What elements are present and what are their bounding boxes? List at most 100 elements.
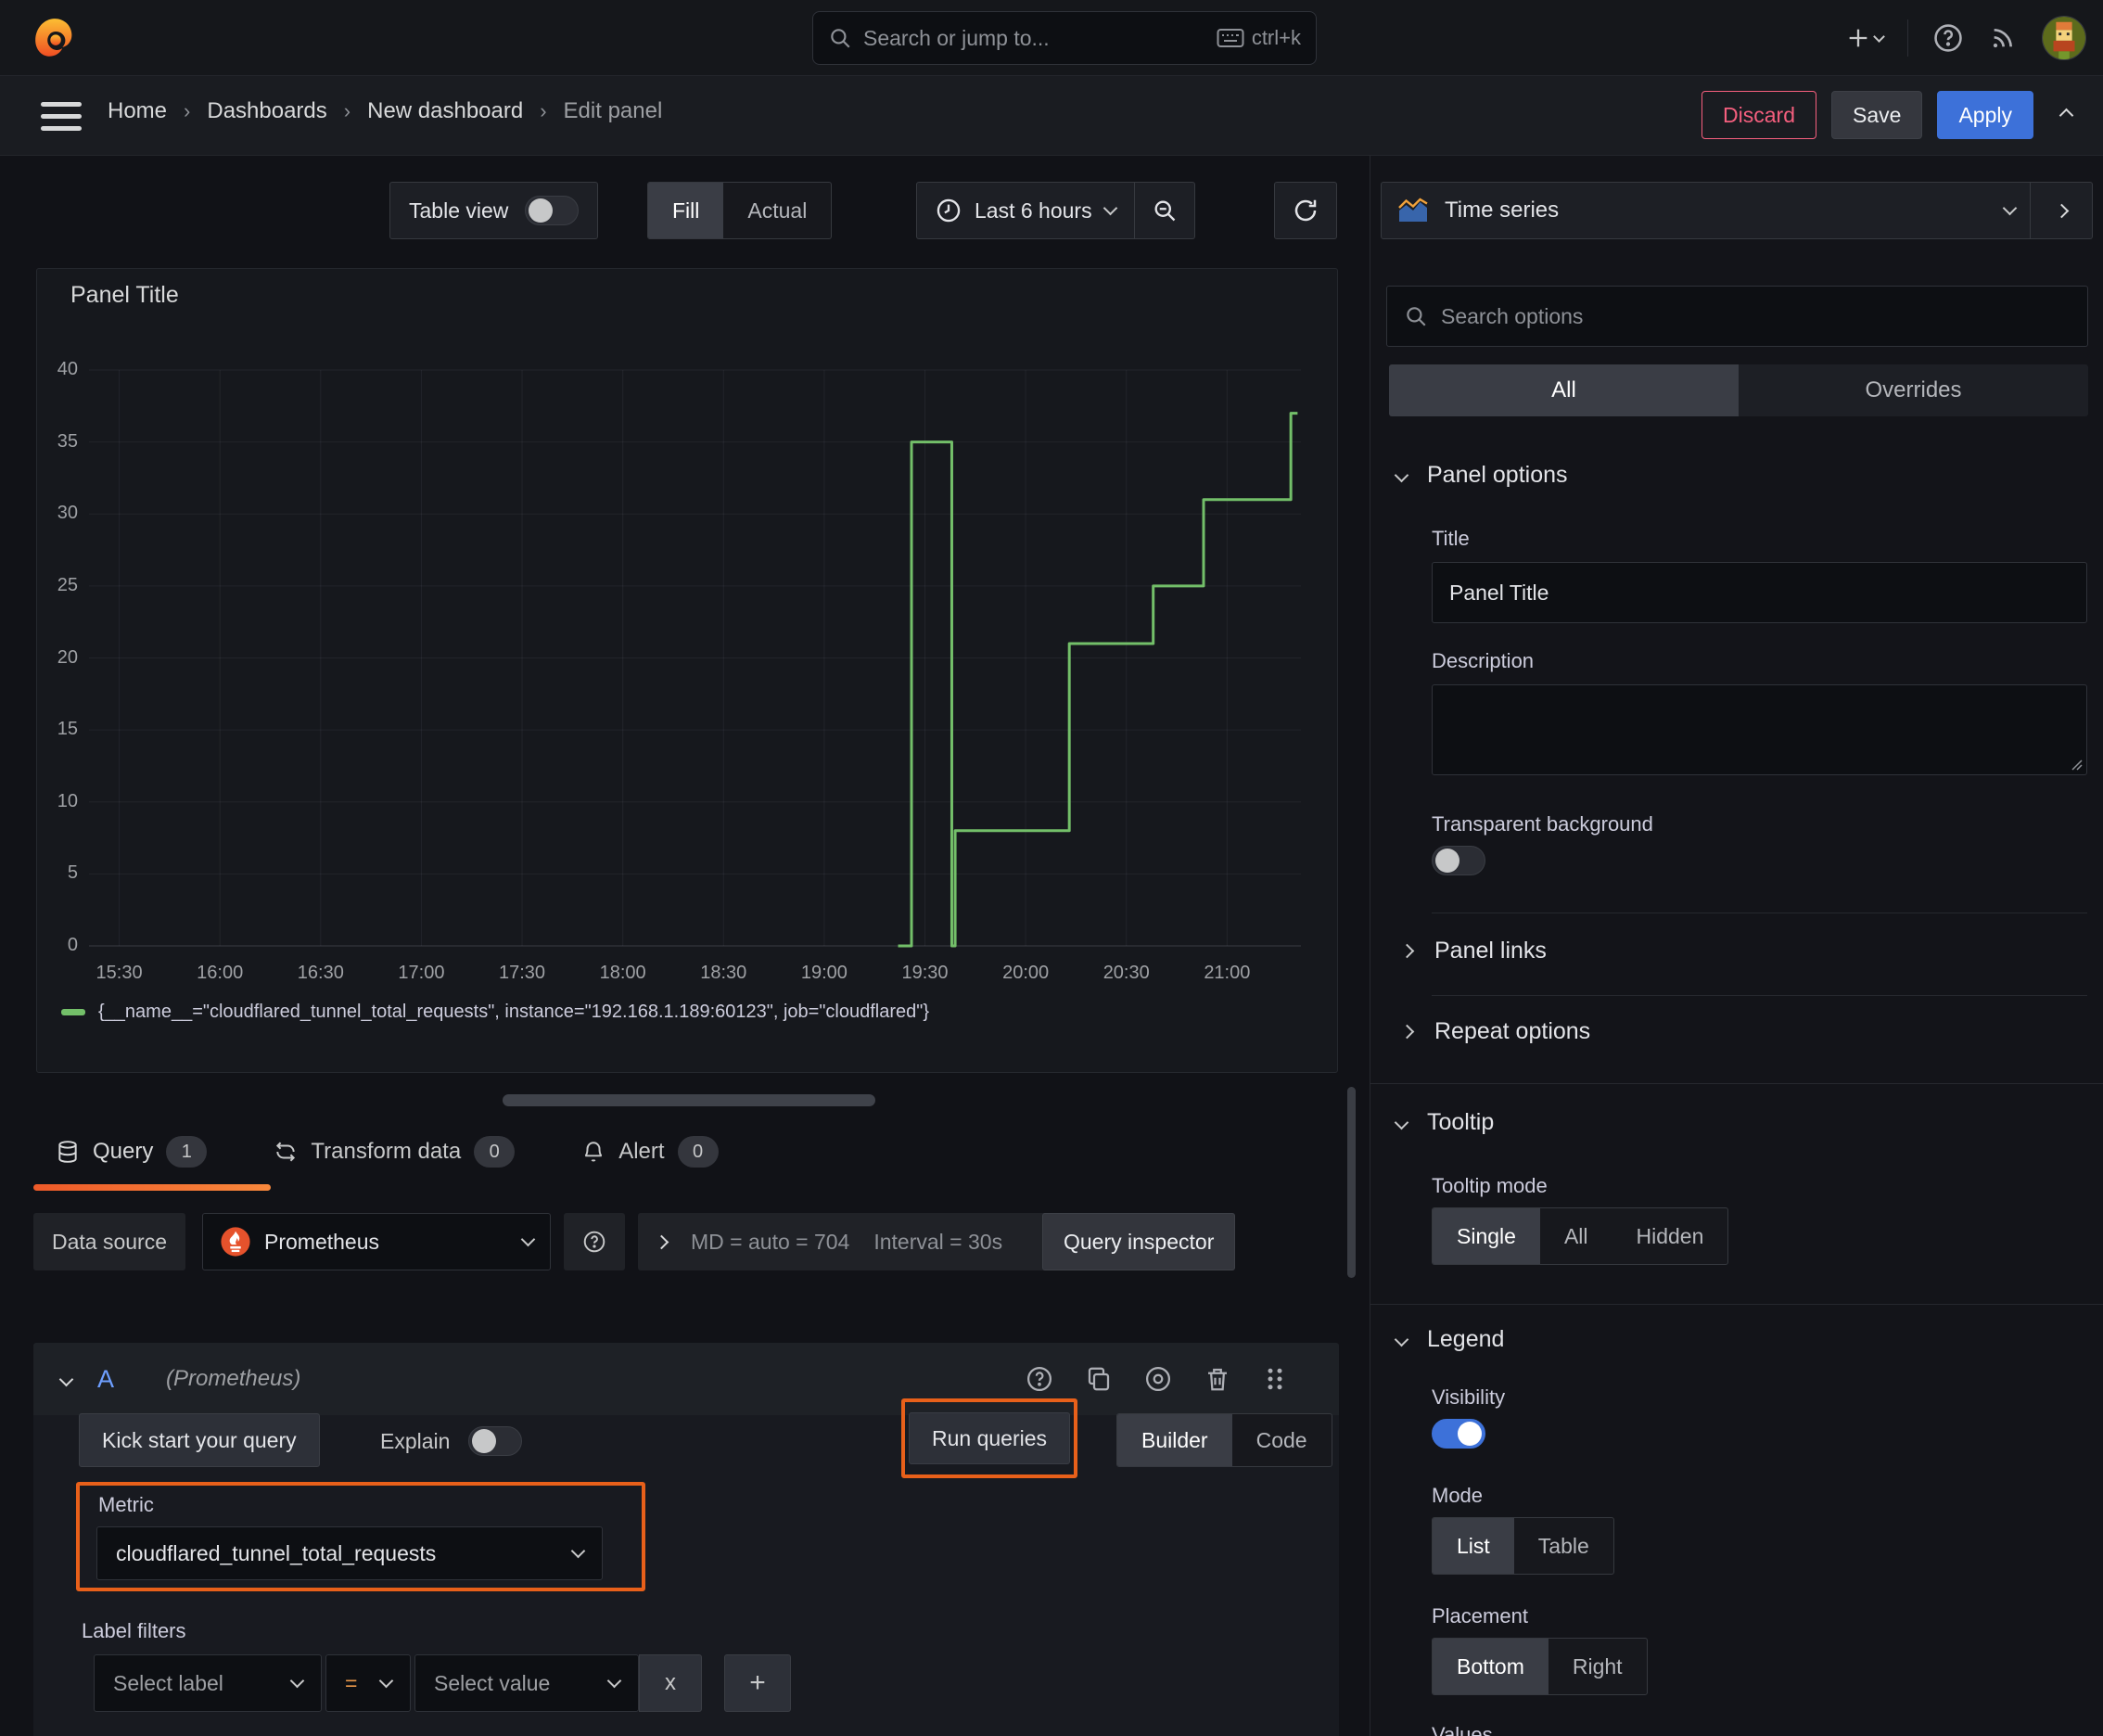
breadcrumb-dashboards[interactable]: Dashboards [207,98,326,124]
search-icon [831,29,850,48]
x-axis-tick: 21:00 [1204,963,1251,983]
tab-overrides[interactable]: Overrides [1739,364,2088,416]
grafana-edit-panel-page: Search or jump to... ctrl+k Home › Dashb… [0,0,2103,1736]
metric-select[interactable]: cloudflared_tunnel_total_requests [96,1526,603,1580]
code-option[interactable]: Code [1232,1414,1332,1466]
tooltip-header[interactable]: Tooltip [1394,1109,1494,1136]
collapse-query-icon[interactable] [58,1372,74,1386]
visualization-select[interactable]: Time series [1382,183,2030,238]
menu-toggle-button[interactable] [41,102,82,131]
x-axis-tick: 20:00 [1002,963,1050,983]
tab-alert[interactable]: Alert 0 [581,1136,719,1168]
options-tabs: All Overrides [1389,364,2088,416]
y-axis-tick: 15 [57,719,78,740]
breadcrumb-new-dashboard[interactable]: New dashboard [367,98,523,124]
fill-option[interactable]: Fill [648,183,724,238]
select-value-dropdown[interactable]: Select value [414,1654,639,1712]
tab-all[interactable]: All [1389,364,1739,416]
delete-query-icon[interactable] [1204,1365,1231,1393]
save-button[interactable]: Save [1831,91,1923,139]
kick-start-query-button[interactable]: Kick start your query [79,1413,320,1467]
legend-header[interactable]: Legend [1394,1326,1504,1353]
chevron-down-icon [570,1543,586,1559]
drag-query-icon[interactable] [1263,1365,1287,1393]
repeat-options-header[interactable]: Repeat options [1399,1018,1590,1045]
breadcrumb-edit-panel: Edit panel [563,98,663,123]
time-series-chart [89,369,1301,948]
active-tab-indicator [33,1184,271,1191]
legend-visibility-toggle[interactable] [1432,1419,1485,1449]
query-help-icon[interactable] [1026,1365,1053,1393]
zoom-out-button[interactable] [1135,183,1194,238]
search-placeholder: Search or jump to... [863,25,1050,50]
panel-description-textarea[interactable] [1432,684,2087,775]
breadcrumb-separator: › [540,99,547,122]
nav-divider [1907,19,1908,57]
query-row-header[interactable]: A (Prometheus) [33,1343,1339,1415]
explain-toggle[interactable] [468,1426,523,1456]
metric-highlight: Metric cloudflared_tunnel_total_requests [76,1482,645,1591]
collapse-header-icon[interactable] [2058,108,2074,122]
grafana-logo[interactable] [32,15,78,61]
tooltip-single[interactable]: Single [1433,1208,1540,1264]
y-axis-tick: 35 [57,430,78,452]
legend-mode-table[interactable]: Table [1514,1518,1613,1574]
tooltip-all[interactable]: All [1540,1208,1612,1264]
chevron-right-icon [1399,1024,1415,1040]
zoom-out-icon [1154,200,1175,222]
visualization-picker-row: Time series [1381,182,2093,239]
panel-title-input[interactable]: Panel Title [1432,562,2087,623]
builder-option[interactable]: Builder [1117,1414,1232,1466]
select-label-dropdown[interactable]: Select label [94,1654,322,1712]
breadcrumb-bar: Home › Dashboards › New dashboard › Edit… [0,76,2103,156]
user-avatar[interactable] [2042,16,2086,60]
panel-options-header[interactable]: Panel options [1394,462,1568,489]
chart-legend[interactable]: {__name__="cloudflared_tunnel_total_requ… [61,1002,929,1023]
news-button[interactable] [1988,23,2018,53]
breadcrumb-separator: › [343,99,351,122]
new-menu-button[interactable] [1845,25,1885,51]
collapse-options-button[interactable] [2031,183,2092,238]
chart-panel[interactable]: Panel Title 0 5 10 15 20 25 30 35 40 15:30 16:00 1… [36,268,1338,1073]
actual-option[interactable]: Actual [723,183,831,238]
search-shortcut: ctrl+k [1251,26,1301,49]
global-search[interactable]: Search or jump to... ctrl+k [812,11,1317,65]
help-button[interactable] [1932,22,1964,54]
query-count-badge: 1 [166,1136,208,1168]
expand-stats-icon[interactable] [654,1234,669,1249]
x-axis-tick: 18:30 [700,963,747,983]
table-view-toggle[interactable] [525,196,580,225]
bell-icon [584,1142,603,1162]
tab-transform-data[interactable]: Transform data 0 [274,1136,516,1168]
search-options-input[interactable]: Search options [1386,286,2088,347]
legend-mode-label: Mode [1432,1484,1484,1507]
legend-mode-list[interactable]: List [1433,1518,1514,1574]
toggle-visibility-icon[interactable] [1144,1365,1172,1393]
breadcrumb-home[interactable]: Home [108,98,167,124]
operator-dropdown[interactable]: = [325,1654,411,1712]
query-inspector-button[interactable]: Query inspector [1042,1213,1236,1270]
refresh-button[interactable] [1274,182,1337,239]
tooltip-hidden[interactable]: Hidden [1612,1208,1728,1264]
tab-query[interactable]: Query 1 [56,1136,208,1168]
discard-button[interactable]: Discard [1702,91,1817,139]
y-axis-tick: 25 [57,574,78,595]
search-options-placeholder: Search options [1441,303,1584,328]
alert-count-badge: 0 [677,1136,719,1168]
legend-placement-right[interactable]: Right [1549,1639,1647,1694]
run-queries-button[interactable]: Run queries [908,1412,1071,1464]
legend-placement-bottom[interactable]: Bottom [1433,1639,1549,1694]
apply-button[interactable]: Apply [1937,91,2033,139]
chevron-down-icon [606,1673,622,1689]
duplicate-query-icon[interactable] [1085,1365,1113,1393]
datasource-picker[interactable]: Prometheus [202,1213,551,1270]
panel-links-header[interactable]: Panel links [1399,938,1547,964]
remove-filter-button[interactable]: x [639,1654,702,1712]
time-range-picker[interactable]: Last 6 hours [917,183,1135,238]
add-filter-button[interactable]: + [724,1654,791,1712]
chevron-right-icon [1399,943,1415,959]
pane-resize-handle[interactable] [503,1094,875,1106]
datasource-help-button[interactable] [564,1213,625,1270]
transparent-background-toggle[interactable] [1432,846,1485,875]
top-nav: Search or jump to... ctrl+k [0,0,2103,76]
